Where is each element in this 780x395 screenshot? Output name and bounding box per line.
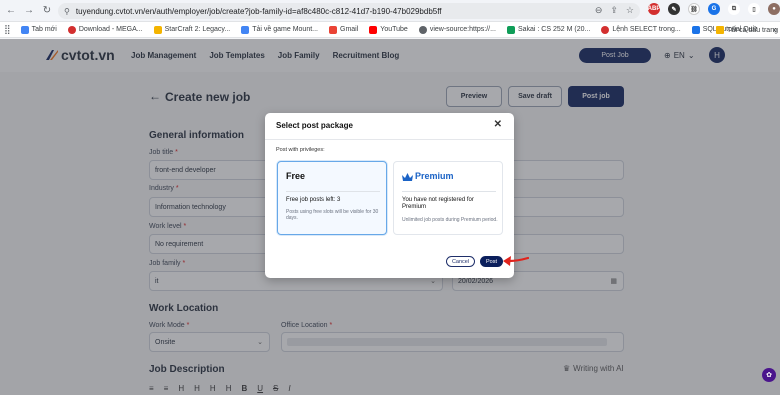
mega-icon <box>67 25 76 34</box>
back-icon[interactable]: ← <box>4 4 18 18</box>
bookmark-item[interactable]: Gmail <box>329 25 358 34</box>
post-button[interactable]: Post <box>480 256 503 267</box>
floating-assistant-icon[interactable]: ✿ <box>762 368 776 382</box>
forward-icon[interactable]: → <box>22 4 36 18</box>
quiz-icon <box>691 25 700 34</box>
premium-package-description: Unlimited job posts during Premium perio… <box>402 217 498 223</box>
link-extension-icon[interactable]: ⛓ <box>688 3 700 15</box>
reload-icon[interactable]: ↻ <box>40 4 54 18</box>
sakai-icon <box>506 25 515 34</box>
sidepanel-icon[interactable]: ▯ <box>748 3 760 15</box>
bookmark-item[interactable]: Tải về game Mount... <box>241 25 318 34</box>
bookmark-item[interactable]: StarCraft 2: Legacy... <box>153 25 230 34</box>
modal-title: Select post package <box>276 121 353 130</box>
free-package-description: Posts using free slots will be visible f… <box>286 209 379 221</box>
youtube-icon <box>369 25 378 34</box>
red-arrow-annotation-icon <box>503 256 529 266</box>
bookmark-item[interactable]: Download - MEGA... <box>67 25 143 34</box>
crown-icon <box>402 173 413 181</box>
bookmark-item[interactable]: YouTube <box>369 25 408 34</box>
free-package-name: Free <box>286 171 306 181</box>
modal-subtitle: Post with privileges: <box>276 147 325 153</box>
close-icon[interactable]: ✕ <box>494 119 502 130</box>
bookmark-item[interactable]: view-source:https://... <box>418 25 496 34</box>
bookmark-item[interactable]: Sakai : CS 252 M (20... <box>506 25 590 34</box>
extensions-icon[interactable]: ⧉ <box>728 3 740 15</box>
pen-extension-icon[interactable]: ✎ <box>668 3 680 15</box>
url-text: tuyendung.cvtot.vn/en/auth/employer/job/… <box>75 6 442 16</box>
cancel-button[interactable]: Cancel <box>446 256 475 267</box>
divider <box>286 191 380 192</box>
divider <box>402 191 496 192</box>
bookmark-item[interactable]: Lệnh SELECT trong... <box>601 25 681 34</box>
sql-icon <box>601 25 610 34</box>
tab-icon <box>20 25 29 34</box>
gmail-icon <box>329 25 338 34</box>
premium-package-name: Premium <box>415 171 454 181</box>
adblock-extension-icon[interactable]: ABP <box>648 3 660 15</box>
site-info-icon[interactable]: ⚲ <box>64 7 70 16</box>
share-icon[interactable]: ⇪ <box>610 5 618 16</box>
profile-icon[interactable]: ● <box>768 3 780 15</box>
select-post-package-modal: Select post package ✕ Post with privileg… <box>265 113 514 278</box>
bookmark-item[interactable]: Tab mới <box>20 25 57 34</box>
address-bar[interactable]: ⚲ tuyendung.cvtot.vn/en/auth/employer/jo… <box>58 3 640 19</box>
globe-icon <box>418 25 427 34</box>
premium-package-card[interactable]: Premium You have not registered for Prem… <box>393 161 503 235</box>
translate-extension-icon[interactable]: G <box>708 3 720 15</box>
free-package-card[interactable]: Free Free job posts left: 3 Posts using … <box>277 161 387 235</box>
apps-grid-icon[interactable]: ⣿ <box>4 24 11 35</box>
bookmark-star-icon[interactable]: ☆ <box>626 5 634 16</box>
bookmarks-bar: ⣿ Tab mới Download - MEGA... StarCraft 2… <box>0 22 780 38</box>
starcraft-icon <box>153 25 162 34</box>
premium-status: You have not registered for Premium <box>402 197 474 210</box>
browser-toolbar: ← → ↻ ⚲ tuyendung.cvtot.vn/en/auth/emplo… <box>0 0 780 22</box>
zoom-icon[interactable]: ⊖ <box>595 5 603 16</box>
all-bookmarks[interactable]: Tất cả dấu trang <box>716 26 778 34</box>
game-icon <box>241 25 250 34</box>
divider <box>265 139 514 140</box>
folder-icon <box>716 26 725 34</box>
free-posts-left: Free job posts left: 3 <box>286 197 341 203</box>
